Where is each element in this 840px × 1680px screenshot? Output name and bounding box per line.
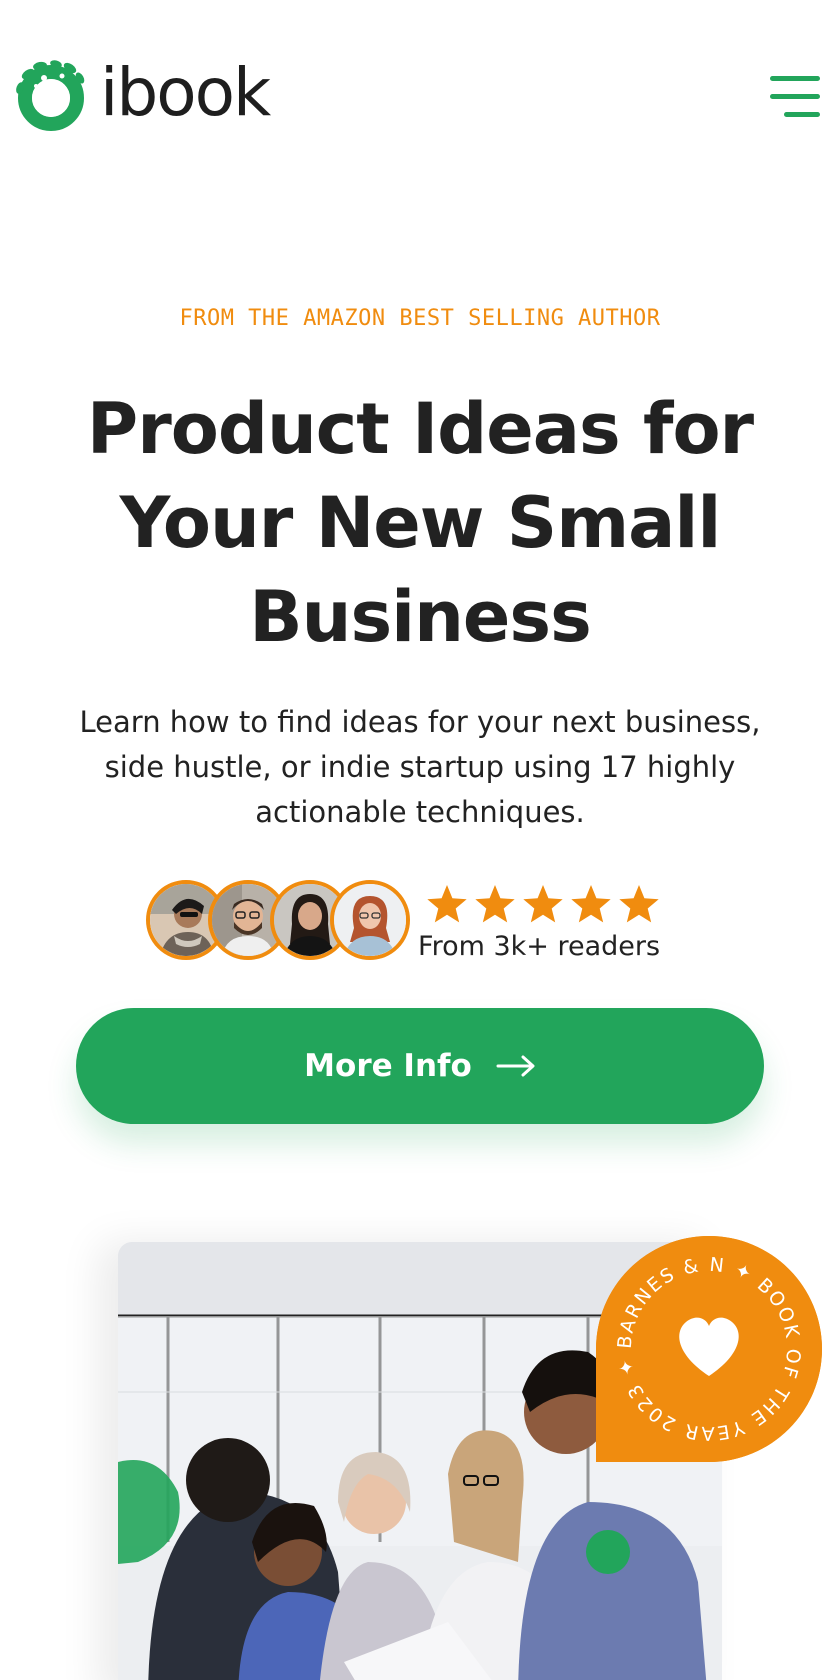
reader-avatars (146, 878, 416, 968)
hero-eyebrow: FROM THE AMAZON BEST SELLING AUTHOR (179, 306, 661, 331)
site-header: ibook (0, 0, 840, 200)
social-proof: From 3k+ readers (146, 878, 660, 968)
star-icon (619, 884, 659, 922)
logo[interactable]: ibook (14, 54, 271, 132)
logo-leaf-ring-icon (14, 58, 88, 132)
logo-text: ibook (100, 54, 271, 131)
star-icon (571, 884, 611, 922)
hero-title: Product Ideas for Your New Small Busines… (86, 388, 754, 658)
book-of-year-badge: BARNES & N ✦ BOOK OF THE YEAR 2023 ✦ (596, 1236, 822, 1462)
star-icon (427, 884, 467, 922)
star-rating (426, 884, 660, 925)
more-info-label: More Info (304, 1048, 472, 1084)
hamburger-menu-icon[interactable] (768, 74, 824, 120)
rating: From 3k+ readers (418, 884, 661, 962)
readers-count: From 3k+ readers (418, 930, 661, 962)
landing-page: ibook FROM THE AMAZON BEST SELLING AUTHO… (0, 0, 840, 1680)
arrow-right-icon (496, 1055, 535, 1077)
star-icon (523, 884, 563, 922)
hero-subtitle: Learn how to find ideas for your next bu… (79, 705, 761, 829)
avatar (330, 880, 410, 960)
more-info-button[interactable]: More Info (76, 1008, 764, 1124)
star-icon (475, 884, 515, 922)
